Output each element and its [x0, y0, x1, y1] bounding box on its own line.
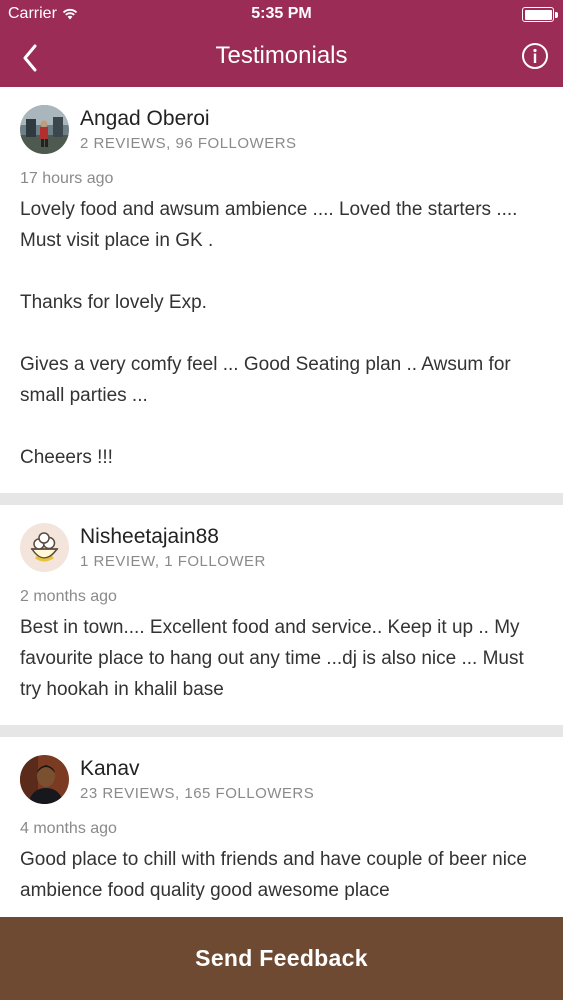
reviewer-name[interactable]: Nisheetajain88 [80, 525, 266, 549]
reviewer-name[interactable]: Kanav [80, 757, 314, 781]
reviewer-stats: 1 REVIEW, 1 FOLLOWER [80, 553, 266, 570]
page-title: Testimonials [215, 42, 348, 69]
info-circle-icon [522, 43, 548, 69]
review-card: Angad Oberoi 2 REVIEWS, 96 FOLLOWERS 17 … [0, 87, 563, 493]
review-card: Nisheetajain88 1 REVIEW, 1 FOLLOWER 2 mo… [0, 505, 563, 725]
review-text: Lovely food and awsum ambience .... Love… [20, 199, 518, 468]
review-list[interactable]: Angad Oberoi 2 REVIEWS, 96 FOLLOWERS 17 … [0, 87, 563, 917]
avatar[interactable] [20, 523, 69, 572]
review-text: Good place to chill with friends and hav… [20, 849, 527, 901]
reviewer-stats: 2 REVIEWS, 96 FOLLOWERS [80, 135, 297, 152]
review-timestamp: 4 months ago [20, 820, 117, 837]
review-timestamp: 17 hours ago [20, 170, 114, 187]
reviewer-stats: 23 REVIEWS, 165 FOLLOWERS [80, 785, 315, 802]
battery-icon [522, 7, 558, 22]
navigation-bar: Testimonials [0, 30, 563, 87]
avatar[interactable] [20, 755, 69, 804]
reviewer-header: Kanav 23 REVIEWS, 165 FOLLOWERS [20, 755, 543, 804]
info-button[interactable] [521, 42, 549, 70]
clock: 5:35 PM [251, 5, 312, 22]
review-text: Best in town.... Excellent food and serv… [20, 617, 524, 700]
status-bar: Carrier 5:35 PM [0, 0, 563, 30]
send-feedback-button[interactable]: Send Feedback [0, 917, 563, 1000]
reviewer-header: Nisheetajain88 1 REVIEW, 1 FOLLOWER [20, 523, 543, 572]
reviewer-header: Angad Oberoi 2 REVIEWS, 96 FOLLOWERS [20, 105, 543, 154]
review-timestamp: 2 months ago [20, 588, 117, 605]
send-feedback-label: Send Feedback [195, 945, 368, 971]
reviewer-name[interactable]: Angad Oberoi [80, 107, 297, 131]
review-card: Kanav 23 REVIEWS, 165 FOLLOWERS 4 months… [0, 737, 563, 917]
avatar[interactable] [20, 105, 69, 154]
